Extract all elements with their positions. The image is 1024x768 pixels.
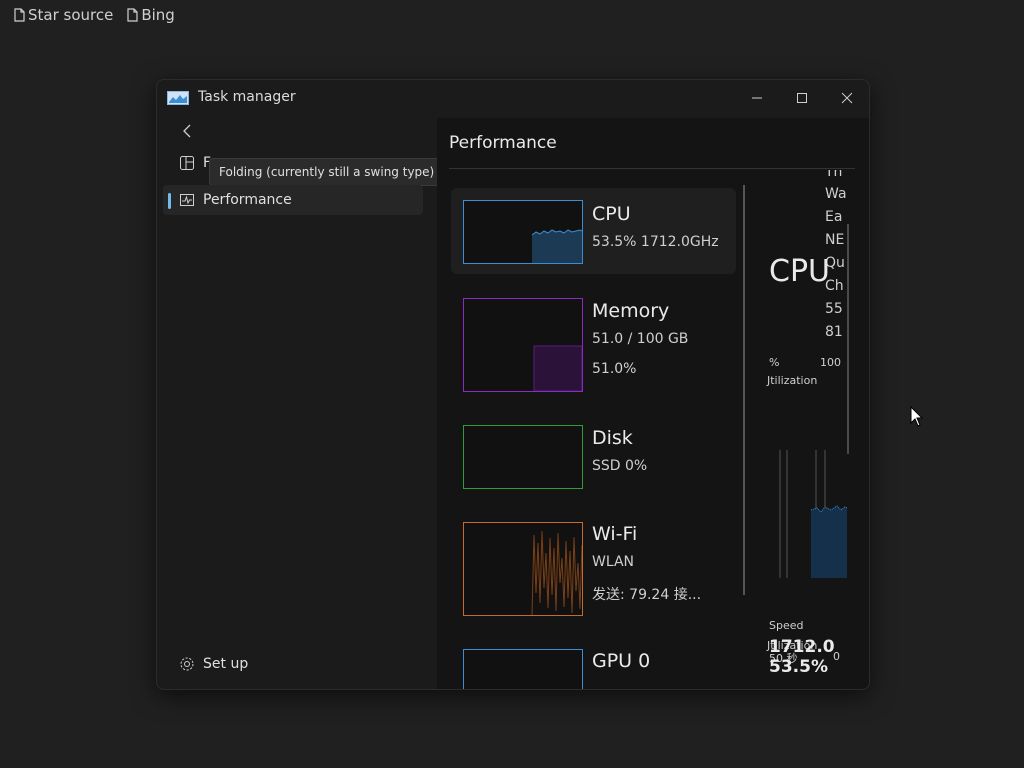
nav-item-label: Performance (203, 192, 292, 208)
folding-icon (180, 156, 194, 170)
resource-card-disk[interactable]: Disk SSD 0% (451, 418, 736, 498)
info-line: Th (825, 170, 843, 180)
utilization-value: 53.5% (769, 657, 828, 677)
graph-title: Jtilization (767, 374, 818, 387)
info-line: Wa (825, 186, 847, 202)
info-line: 55 (825, 301, 843, 317)
back-arrow-icon[interactable] (179, 122, 197, 140)
task-manager-window: Task manager F Folding (currently still … (156, 79, 870, 690)
card-subtitle: WLAN (592, 554, 635, 570)
bookmark-star-source[interactable]: Star source (14, 6, 113, 24)
tooltip: Folding (currently still a swing type) (209, 158, 445, 186)
resource-card-cpu[interactable]: CPU 53.5% 1712.0GHz (451, 188, 736, 274)
performance-panel: Performance CPU 53.5% 1712.0GHz Memory 5… (437, 118, 869, 689)
minimize-icon (752, 97, 762, 99)
cpu-detail-panel: Th Wa Ea NE Qu Ch 55 81 CPU % 100 Jtiliz… (747, 170, 859, 689)
mouse-cursor-icon (910, 406, 924, 427)
cpu-mini-graph (463, 200, 583, 264)
gear-icon (180, 657, 194, 671)
cpu-utilization-graph (779, 450, 847, 578)
card-subtitle: SSD 0% (592, 458, 648, 474)
close-button[interactable] (832, 86, 862, 110)
gpu-mini-graph (463, 649, 583, 689)
document-icon (14, 8, 25, 22)
card-detail: 51.0% (592, 361, 637, 377)
detail-scrollbar[interactable] (847, 224, 849, 454)
card-title: GPU 0 (592, 650, 651, 672)
title-bar[interactable]: Task manager (157, 80, 869, 116)
graph-unit-label: % (769, 356, 780, 369)
minimize-button[interactable] (742, 86, 772, 110)
card-title: Memory (592, 300, 670, 322)
settings-label: Set up (203, 656, 249, 672)
bookmark-label: Bing (141, 6, 175, 24)
performance-icon (180, 194, 194, 206)
speed-value: 1712.0 (769, 637, 835, 657)
card-title: CPU (592, 203, 631, 225)
card-subtitle: 51.0 / 100 GB (592, 331, 689, 347)
maximize-icon (797, 93, 807, 103)
memory-mini-graph (463, 298, 583, 392)
wifi-mini-graph (463, 522, 583, 616)
disk-mini-graph (463, 425, 583, 489)
info-line: Ea (825, 209, 843, 225)
card-title: Wi-Fi (592, 523, 638, 545)
bookmarks-bar: Star source Bing (14, 6, 175, 24)
divider (449, 168, 855, 169)
memory-graph-fill (533, 345, 582, 391)
speed-label: Speed (769, 619, 804, 632)
close-icon (841, 92, 853, 104)
bookmark-bing[interactable]: Bing (127, 6, 175, 24)
cpu-graph-line (531, 229, 582, 263)
resource-card-gpu[interactable]: GPU 0 (451, 640, 736, 689)
list-scrollbar[interactable] (743, 185, 745, 595)
card-subtitle: 53.5% 1712.0GHz (592, 234, 719, 250)
card-detail: 发送: 79.24 接... (592, 587, 702, 603)
task-manager-app-icon (167, 91, 189, 105)
settings-button[interactable]: Set up (179, 656, 248, 672)
detail-title: CPU (769, 254, 830, 289)
page-title: Performance (449, 133, 557, 153)
document-icon (127, 8, 138, 22)
resource-card-memory[interactable]: Memory 51.0 / 100 GB 51.0% (451, 288, 736, 398)
maximize-button[interactable] (787, 86, 817, 110)
card-title: Disk (592, 427, 633, 449)
info-line: 81 (825, 324, 843, 340)
bookmark-label: Star source (28, 6, 114, 24)
selection-indicator (168, 193, 171, 209)
info-line: NE (825, 232, 845, 248)
nav-item-performance[interactable]: Performance (163, 185, 423, 215)
resource-card-wifi[interactable]: Wi-Fi WLAN 发送: 79.24 接... (451, 513, 736, 623)
wifi-graph-line (531, 530, 582, 615)
window-title: Task manager (198, 89, 296, 105)
graph-max-label: 100 (820, 356, 841, 369)
